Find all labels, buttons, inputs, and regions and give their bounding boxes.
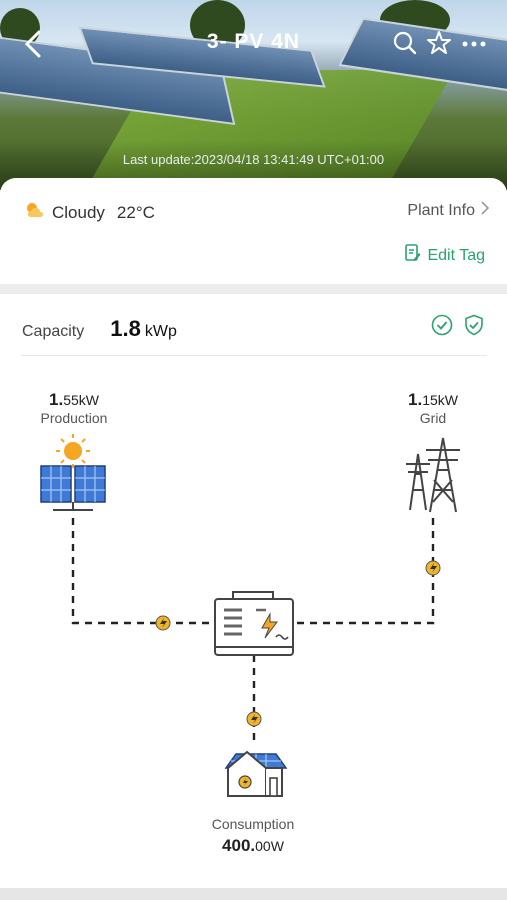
grid-flow-line [293,518,435,625]
lightning-dot-icon [246,711,262,727]
plant-info-label: Plant Info [407,201,475,219]
solar-panel-icon [40,434,106,511]
lightning-dot-icon [425,560,441,576]
cloud-sun-icon [24,201,46,224]
more-icon[interactable] [462,30,486,62]
lightning-dot-icon [155,615,171,631]
energy-flow-panel: Capacity 1.8 kWp 1.55kW Production 1.15kW… [0,294,507,888]
weather-info: Cloudy 22°C [24,201,155,224]
plant-summary-card: Cloudy 22°C Plant Info Edit Tag [0,178,507,284]
production-flow-line [71,518,215,625]
weather-temperature: 22°C [116,202,155,222]
chevron-right-icon [481,201,490,220]
search-icon[interactable] [393,30,417,62]
edit-tag-button[interactable]: Edit Tag [405,244,485,267]
inverter-icon [214,591,294,656]
edit-tag-label: Edit Tag [427,246,485,264]
energy-flow-diagram [40,434,460,797]
plant-info-link[interactable]: Plant Info [407,201,490,220]
transmission-tower-icon [406,437,460,513]
top-navigation-bar: 3- PV 4N [0,0,507,95]
last-update-text: Last update:2023/04/18 13:41:49 UTC+01:0… [122,152,385,167]
star-icon[interactable] [426,30,452,62]
edit-document-icon [405,244,421,267]
weather-condition: Cloudy [52,202,105,222]
house-icon [224,750,288,797]
bottom-edge [0,888,507,900]
flow-dots [155,560,441,727]
